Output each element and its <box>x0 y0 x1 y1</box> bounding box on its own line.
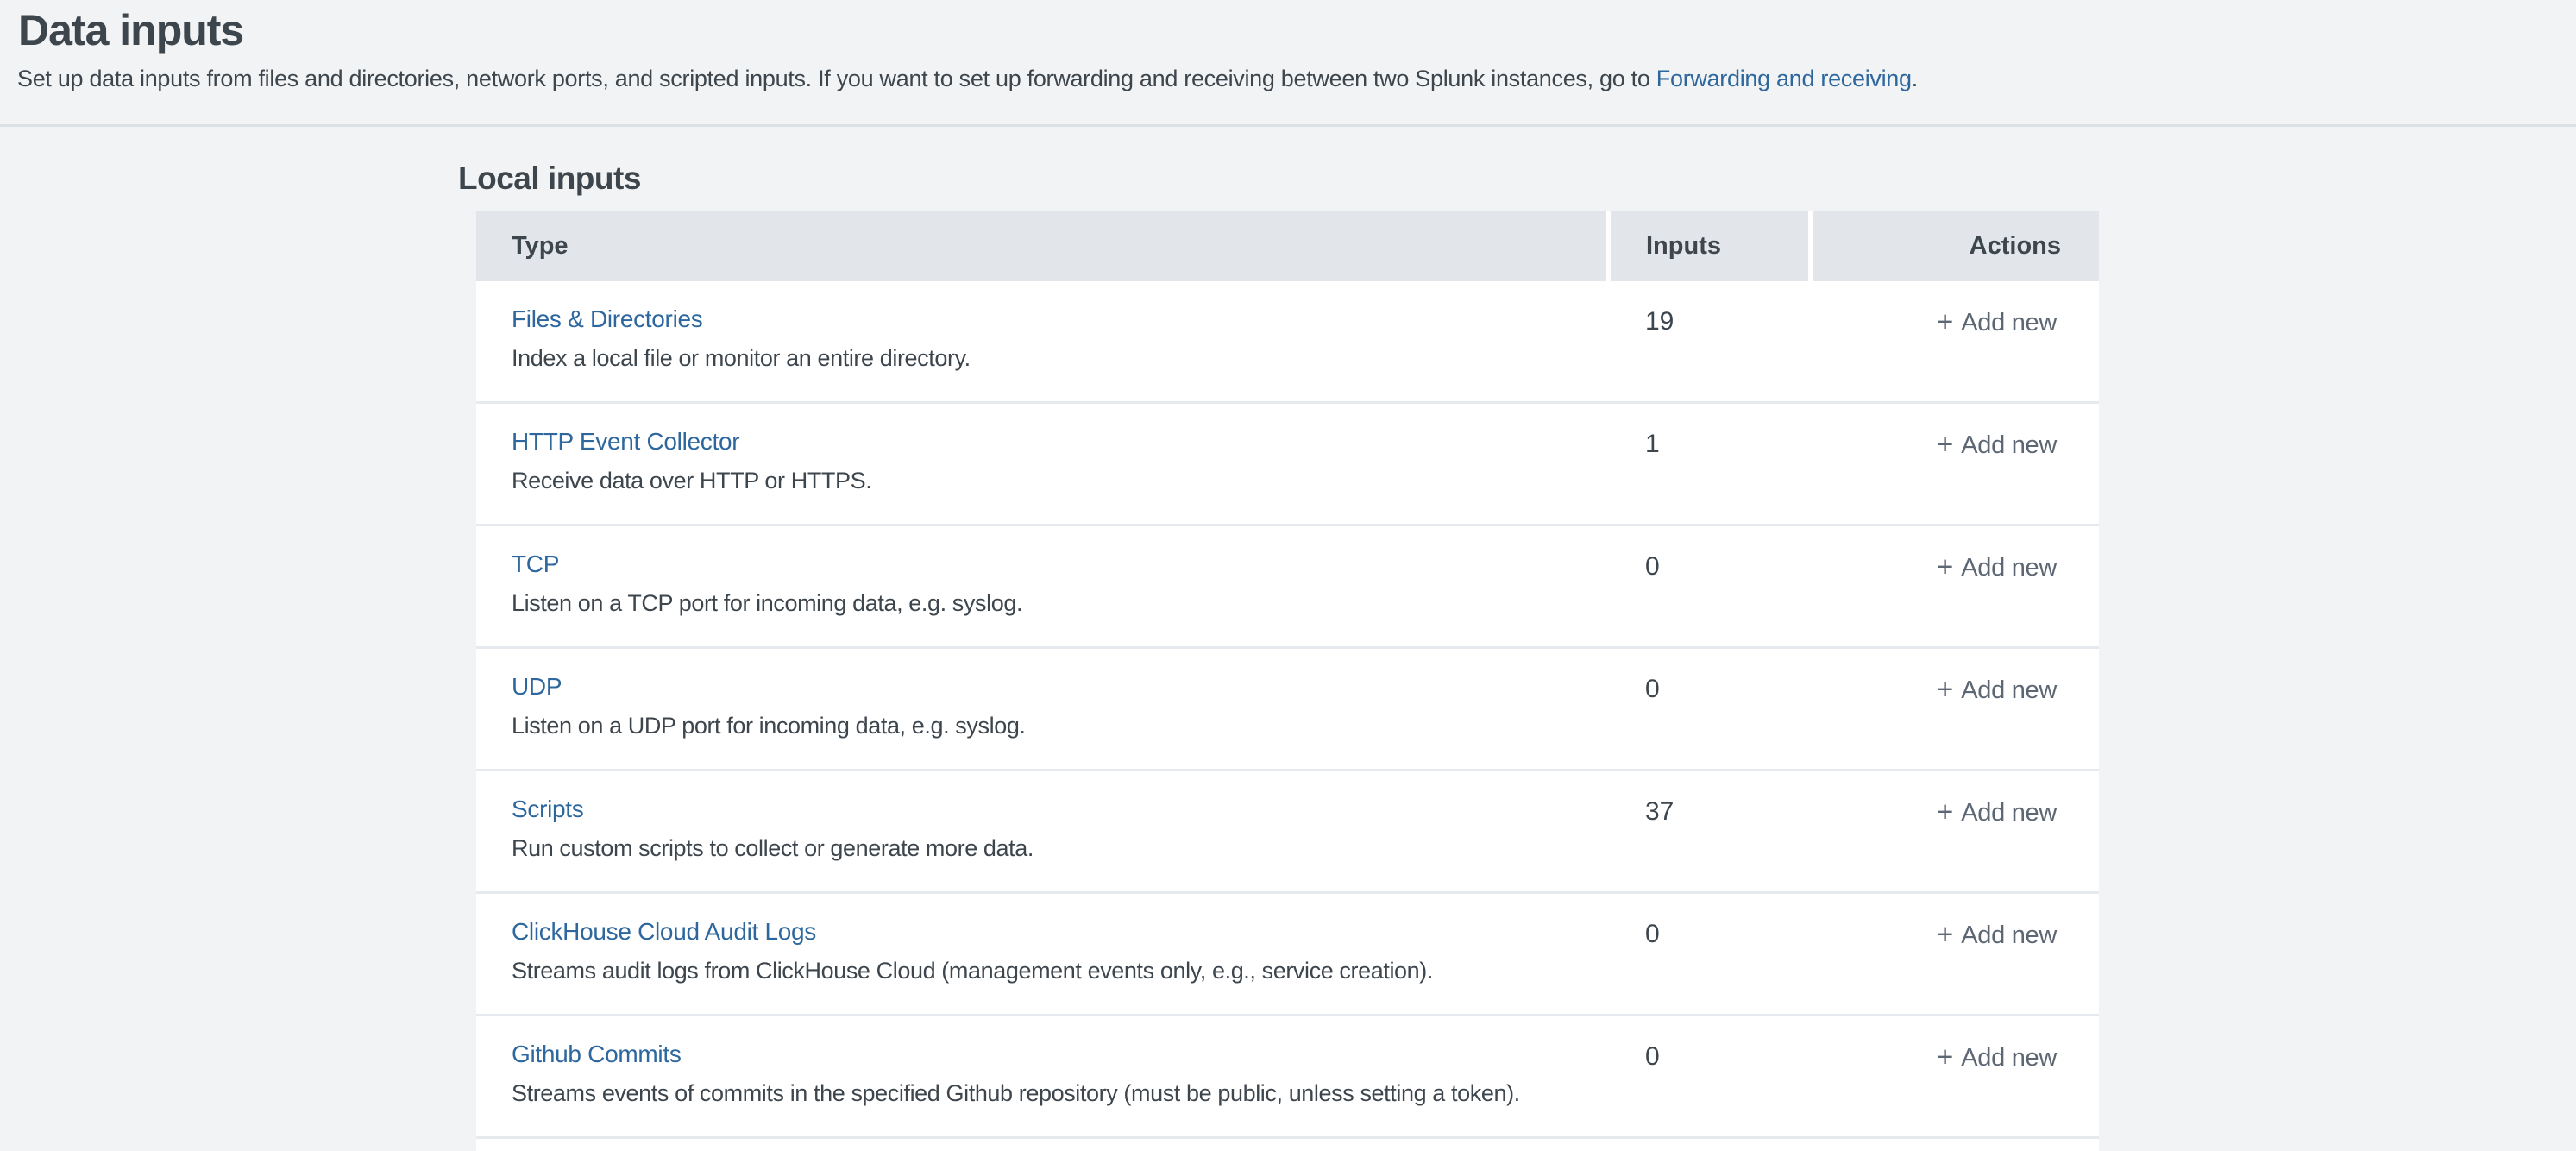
add-new-button[interactable]: + Add new <box>1937 795 2057 827</box>
inputs-count: 37 <box>1611 771 1813 891</box>
add-new-button[interactable]: + Add new <box>1937 672 2057 705</box>
type-cell: ClickHouse Cloud Audit Logs Streams audi… <box>476 894 1611 1014</box>
add-new-label: Add new <box>1961 799 2057 827</box>
input-type-description: Listen on a TCP port for incoming data, … <box>512 589 1611 617</box>
actions-cell: + Add new <box>1813 771 2099 891</box>
actions-cell: + Add new <box>1813 281 2099 401</box>
inputs-count: 0 <box>1611 1016 1813 1136</box>
plus-icon: + <box>1937 673 1953 706</box>
table-row: ClickHouse Cloud Audit Logs Streams audi… <box>476 894 2099 1016</box>
actions-cell: + Add new <box>1813 894 2099 1014</box>
input-type-description: Listen on a UDP port for incoming data, … <box>512 712 1611 739</box>
actions-cell: + Add new <box>1813 404 2099 524</box>
input-type-description: Receive data over HTTP or HTTPS. <box>512 467 1611 494</box>
actions-cell: + Add new <box>1813 526 2099 646</box>
local-inputs-table: Type Inputs Actions Files & Directories … <box>476 211 2099 1151</box>
page-header: Data inputs Set up data inputs from file… <box>0 0 2576 127</box>
add-new-label: Add new <box>1961 676 2057 705</box>
table-row: UDP Listen on a UDP port for incoming da… <box>476 649 2099 771</box>
type-cell: Files & Directories Index a local file o… <box>476 281 1611 401</box>
input-type-description: Streams audit logs from ClickHouse Cloud… <box>512 957 1611 984</box>
type-cell: TCP Listen on a TCP port for incoming da… <box>476 526 1611 646</box>
table-row: Files & Directories Index a local file o… <box>476 281 2099 404</box>
column-header-actions: Actions <box>1813 211 2099 281</box>
actions-cell: + Add new <box>1813 1016 2099 1136</box>
page-subtitle-period: . <box>1912 66 1918 91</box>
input-type-link[interactable]: ClickHouse Cloud Audit Logs <box>512 917 816 947</box>
table-row: HTTP Event Collector Receive data over H… <box>476 404 2099 526</box>
plus-icon: + <box>1937 1041 1953 1073</box>
plus-icon: + <box>1937 550 1953 583</box>
table-header-row: Type Inputs Actions <box>476 211 2099 281</box>
add-new-label: Add new <box>1961 431 2057 460</box>
type-cell: HTTP Event Collector Receive data over H… <box>476 404 1611 524</box>
inputs-count: 0 <box>1611 649 1813 769</box>
input-type-link[interactable]: TCP <box>512 550 559 579</box>
column-header-inputs: Inputs <box>1611 211 1808 281</box>
table-body: Files & Directories Index a local file o… <box>476 281 2099 1139</box>
add-new-label: Add new <box>1961 554 2057 582</box>
input-type-link[interactable]: Files & Directories <box>512 305 702 334</box>
input-type-description: Run custom scripts to collect or generat… <box>512 834 1611 862</box>
type-cell: UDP Listen on a UDP port for incoming da… <box>476 649 1611 769</box>
inputs-count: 1 <box>1611 404 1813 524</box>
forwarding-receiving-link[interactable]: Forwarding and receiving <box>1656 66 1912 91</box>
add-new-button[interactable]: + Add new <box>1937 917 2057 950</box>
actions-cell: + Add new <box>1813 649 2099 769</box>
plus-icon: + <box>1937 918 1953 951</box>
add-new-label: Add new <box>1961 921 2057 950</box>
table-row: TCP Listen on a TCP port for incoming da… <box>476 526 2099 649</box>
inputs-count: 19 <box>1611 281 1813 401</box>
input-type-link[interactable]: UDP <box>512 672 562 701</box>
type-cell: Scripts Run custom scripts to collect or… <box>476 771 1611 891</box>
page-title: Data inputs <box>18 5 243 55</box>
add-new-button[interactable]: + Add new <box>1937 1040 2057 1072</box>
inputs-count: 0 <box>1611 526 1813 646</box>
data-inputs-page: { "header": { "title": "Data inputs", "d… <box>0 0 2576 1151</box>
plus-icon: + <box>1937 796 1953 828</box>
input-type-description: Index a local file or monitor an entire … <box>512 344 1611 372</box>
input-type-link[interactable]: Github Commits <box>512 1040 682 1069</box>
add-new-button[interactable]: + Add new <box>1937 550 2057 582</box>
plus-icon: + <box>1937 305 1953 338</box>
type-cell: Github Commits Streams events of commits… <box>476 1016 1611 1136</box>
page-subtitle-text: Set up data inputs from files and direct… <box>17 66 1656 91</box>
input-type-description: Streams events of commits in the specifi… <box>512 1079 1611 1107</box>
add-new-button[interactable]: + Add new <box>1937 427 2057 460</box>
plus-icon: + <box>1937 428 1953 461</box>
input-type-link[interactable]: HTTP Event Collector <box>512 427 739 456</box>
column-header-type: Type <box>476 211 1606 281</box>
section-title: Local inputs <box>458 160 641 197</box>
table-row: Scripts Run custom scripts to collect or… <box>476 771 2099 894</box>
inputs-count: 0 <box>1611 894 1813 1014</box>
input-type-link[interactable]: Scripts <box>512 795 583 824</box>
page-subtitle: Set up data inputs from files and direct… <box>17 66 1918 92</box>
add-new-label: Add new <box>1961 309 2057 337</box>
add-new-label: Add new <box>1961 1044 2057 1072</box>
add-new-button[interactable]: + Add new <box>1937 305 2057 337</box>
table-row: Github Commits Streams events of commits… <box>476 1016 2099 1139</box>
